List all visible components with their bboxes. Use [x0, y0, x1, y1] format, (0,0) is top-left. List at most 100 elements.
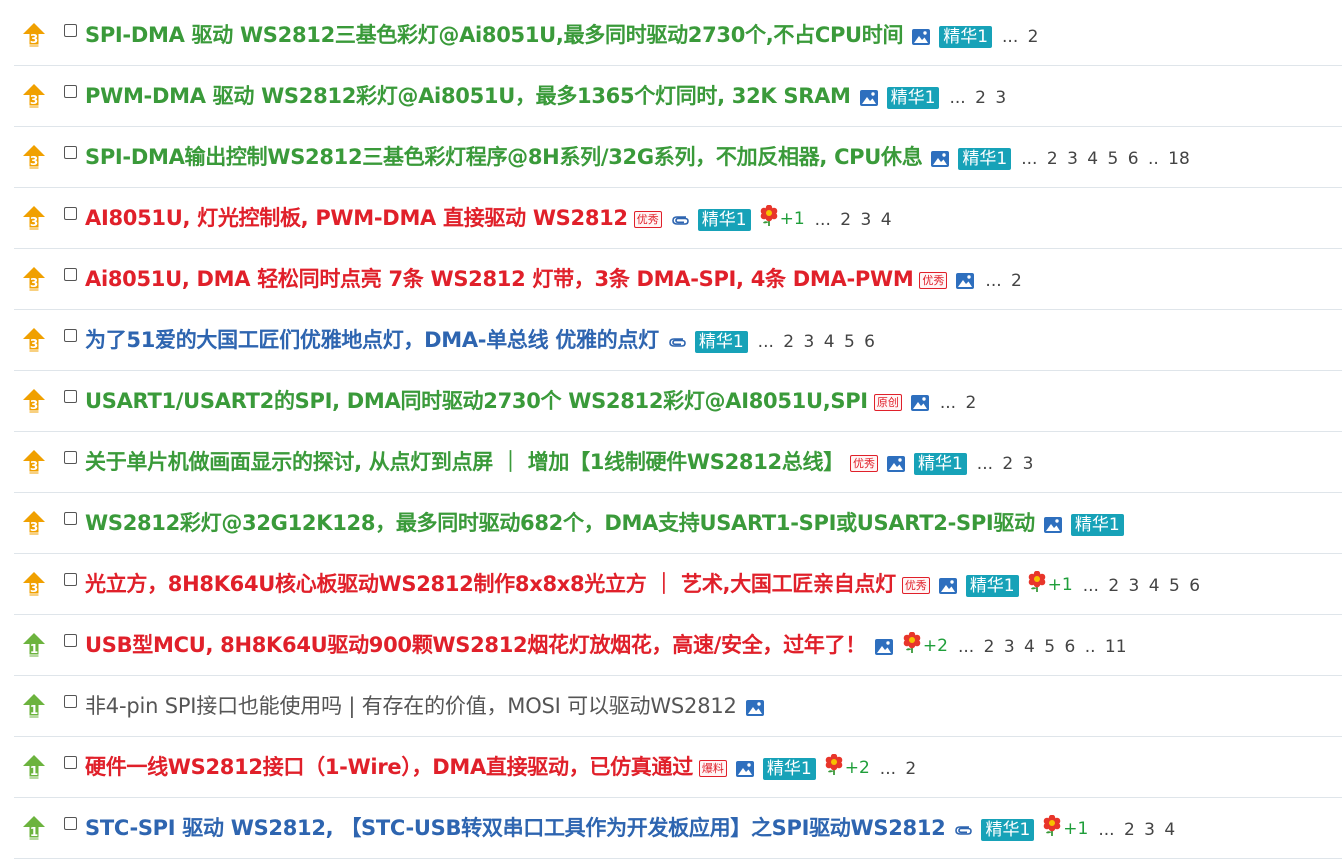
rating-score: +2 — [844, 758, 870, 778]
thread-tag-stamp: 优秀 — [919, 271, 948, 289]
thread-checkbox[interactable] — [64, 755, 77, 769]
thread-row: 3 关于单片机做画面显示的探讨, 从点灯到点屏 ｜ 增加【1线制硬件WS2812总… — [14, 432, 1342, 493]
image-attachment-icon — [745, 700, 764, 716]
level-number: 3 — [30, 581, 38, 595]
thread-row: 3 PWM-DMA 驱动 WS2812彩灯@Ai8051U，最多1365个灯同时,… — [14, 66, 1342, 127]
thread-checkbox[interactable] — [64, 84, 77, 98]
image-attachment-icon — [931, 151, 950, 167]
rating: +1 — [1027, 571, 1073, 595]
thread-row: 1 STC-SPI 驱动 WS2812, 【STC-USB转双串口工具作为开发板应… — [14, 798, 1342, 859]
thread-tag-stamp: 优秀 — [849, 454, 878, 472]
thread-title-link[interactable]: 硬件一线WS2812接口（1-Wire），DMA直接驱动，已仿真通过 — [85, 751, 693, 781]
level-number: 3 — [30, 215, 38, 229]
thread-title-link[interactable]: WS2812彩灯@32G12K128，最多同时驱动682个，DMA支持USART… — [85, 507, 1035, 537]
image-attachment-icon — [912, 29, 931, 45]
thread-title-link[interactable]: 为了51爱的大国工匠们优雅地点灯，DMA-单总线 优雅的点灯 — [85, 324, 659, 354]
thread-row: 1 USB型MCU, 8H8K64U驱动900颗WS2812烟花灯放烟花，高速/安… — [14, 615, 1342, 676]
level-up-arrow-icon: 3 — [23, 572, 45, 596]
level-up-arrow-icon: 3 — [23, 328, 45, 352]
thread-page-links[interactable]: ... 2 3 4 — [1098, 820, 1175, 840]
level-number: 1 — [30, 764, 38, 778]
digest-badge: 精华1 — [981, 819, 1035, 841]
thread-row: 3 AI8051U, 灯光控制板, PWM-DMA 直接驱动 WS2812 优秀 精华… — [14, 188, 1342, 249]
thread-row: 3 为了51爱的大国工匠们优雅地点灯，DMA-单总线 优雅的点灯 精华1 ... 2 … — [14, 310, 1342, 371]
thread-checkbox[interactable] — [64, 816, 77, 830]
attachment-clip-icon — [955, 826, 973, 835]
thread-checkbox[interactable] — [64, 511, 77, 525]
thread-title-link[interactable]: STC-SPI 驱动 WS2812, 【STC-USB转双串口工具作为开发板应用… — [85, 812, 946, 842]
level-up-arrow-icon: 1 — [23, 633, 45, 657]
thread-page-links[interactable]: ... 2 — [1002, 27, 1038, 47]
level-up-arrow-icon: 3 — [23, 389, 45, 413]
digest-badge: 精华1 — [958, 148, 1012, 170]
thread-list: 3 SPI-DMA 驱动 WS2812三基色彩灯@Ai8051U,最多同时驱动27… — [14, 5, 1342, 859]
digest-badge: 精华1 — [939, 26, 993, 48]
thread-title-link[interactable]: PWM-DMA 驱动 WS2812彩灯@Ai8051U，最多1365个灯同时, … — [85, 80, 851, 110]
thread-page-links[interactable]: ... 2 — [985, 271, 1021, 291]
flower-icon — [903, 632, 921, 653]
digest-badge: 精华1 — [1070, 514, 1124, 536]
attachment-clip-icon — [669, 338, 686, 347]
image-attachment-icon — [874, 639, 893, 655]
rating-score: +1 — [1047, 575, 1073, 595]
thread-tag-stamp: 优秀 — [901, 576, 930, 594]
thread-row: 3 WS2812彩灯@32G12K128，最多同时驱动682个，DMA支持USAR… — [14, 493, 1342, 554]
thread-tag-stamp: 原创 — [873, 393, 902, 411]
thread-title-link[interactable]: 光立方，8H8K64U核心板驱动WS2812制作8x8x8光立方 ｜ 艺术,大国… — [85, 568, 896, 598]
image-attachment-icon — [1043, 517, 1062, 533]
level-number: 3 — [30, 337, 38, 351]
digest-badge: 精华1 — [762, 758, 816, 780]
level-number: 3 — [30, 154, 38, 168]
thread-title-link[interactable]: 非4-pin SPI接口也能使用吗 | 有存在的价值，MOSI 可以驱动WS28… — [85, 690, 737, 720]
level-number: 3 — [30, 93, 38, 107]
thread-page-links[interactable]: ... 2 3 4 5 6 .. 18 — [1021, 149, 1190, 169]
thread-checkbox[interactable] — [64, 145, 77, 159]
level-up-arrow-icon: 1 — [23, 755, 45, 779]
thread-page-links[interactable]: ... 2 3 4 5 6 — [1083, 576, 1200, 596]
thread-checkbox[interactable] — [64, 328, 77, 342]
level-number: 3 — [30, 276, 38, 290]
thread-page-links[interactable]: ... 2 — [880, 759, 916, 779]
level-number: 3 — [30, 32, 38, 46]
level-number: 3 — [30, 520, 38, 534]
flower-icon — [825, 754, 843, 775]
thread-page-links[interactable]: ... 2 — [940, 393, 976, 413]
digest-badge: 精华1 — [913, 453, 967, 475]
digest-badge: 精华1 — [694, 331, 748, 353]
thread-page-links[interactable]: ... 2 3 — [977, 454, 1034, 474]
thread-checkbox[interactable] — [64, 267, 77, 281]
level-up-arrow-icon: 3 — [23, 511, 45, 535]
thread-page-links[interactable]: ... 2 3 4 5 6 — [758, 332, 875, 352]
level-number: 1 — [30, 703, 38, 717]
thread-checkbox[interactable] — [64, 389, 77, 403]
thread-row: 1 硬件一线WS2812接口（1-Wire），DMA直接驱动，已仿真通过 爆料 精华1… — [14, 737, 1342, 798]
flower-icon — [760, 205, 777, 226]
thread-title-link[interactable]: SPI-DMA 驱动 WS2812三基色彩灯@Ai8051U,最多同时驱动273… — [85, 19, 904, 49]
image-attachment-icon — [910, 395, 929, 411]
level-up-arrow-icon: 3 — [23, 84, 45, 108]
rating-score: +1 — [1063, 819, 1089, 839]
thread-title-link[interactable]: USART1/USART2的SPI, DMA同时驱动2730个 WS2812彩灯… — [85, 385, 868, 415]
level-number: 1 — [30, 642, 38, 656]
thread-row: 3 SPI-DMA 驱动 WS2812三基色彩灯@Ai8051U,最多同时驱动27… — [14, 5, 1342, 66]
thread-checkbox[interactable] — [64, 206, 77, 220]
thread-title-link[interactable]: Ai8051U, DMA 轻松同时点亮 7条 WS2812 灯带，3条 DMA-… — [85, 263, 914, 293]
thread-title-link[interactable]: SPI-DMA输出控制WS2812三基色彩灯程序@8H系列/32G系列，不加反相… — [85, 141, 923, 171]
thread-title-link[interactable]: USB型MCU, 8H8K64U驱动900颗WS2812烟花灯放烟花，高速/安全… — [85, 629, 866, 659]
thread-checkbox[interactable] — [64, 572, 77, 586]
thread-page-links[interactable]: ... 2 3 — [949, 88, 1006, 108]
thread-checkbox[interactable] — [64, 450, 77, 464]
thread-page-links[interactable]: ... 2 3 4 5 6 .. 11 — [958, 637, 1127, 657]
image-attachment-icon — [735, 761, 754, 777]
thread-checkbox[interactable] — [64, 23, 77, 37]
level-number: 3 — [30, 398, 38, 412]
thread-title-link[interactable]: 关于单片机做画面显示的探讨, 从点灯到点屏 ｜ 增加【1线制硬件WS2812总线… — [85, 446, 844, 476]
thread-checkbox[interactable] — [64, 694, 77, 708]
digest-badge: 精华1 — [697, 209, 751, 231]
thread-title-link[interactable]: AI8051U, 灯光控制板, PWM-DMA 直接驱动 WS2812 — [85, 202, 628, 232]
thread-page-links[interactable]: ... 2 3 4 — [815, 210, 892, 230]
rating-score: +1 — [779, 209, 805, 229]
level-up-arrow-icon: 3 — [23, 267, 45, 291]
thread-checkbox[interactable] — [64, 633, 77, 647]
rating-score: +2 — [922, 636, 948, 656]
